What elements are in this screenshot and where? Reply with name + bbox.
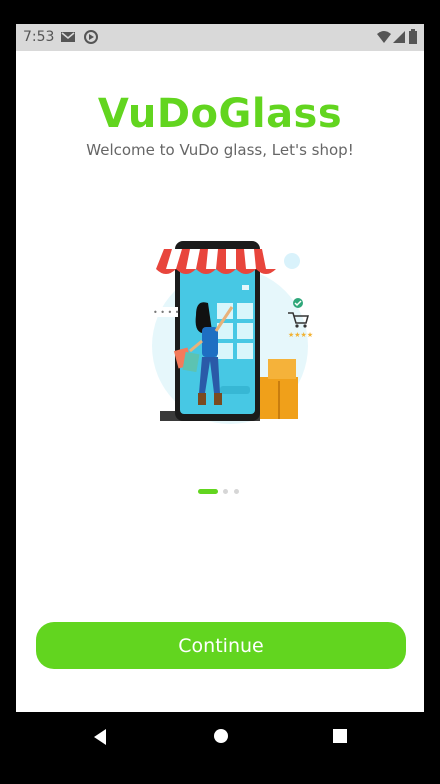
- shopping-illustration: • • • • ★★★★: [120, 241, 320, 431]
- recents-icon[interactable]: [332, 728, 348, 748]
- battery-icon: [408, 29, 418, 49]
- device-frame: 7:53 VuDoGlass Welcome to VuDo glass, Le…: [0, 0, 440, 784]
- back-icon[interactable]: [92, 728, 108, 750]
- status-time: 7:53: [23, 29, 55, 45]
- gmail-icon: [60, 29, 76, 49]
- svg-text:• • • •: • • • •: [153, 308, 180, 317]
- status-bar: 7:53: [16, 24, 424, 51]
- system-nav-bar: [0, 712, 440, 762]
- page-dot[interactable]: [234, 489, 239, 494]
- wifi-icon: [376, 29, 392, 49]
- signal-icon: [392, 29, 406, 49]
- home-icon[interactable]: [213, 728, 229, 748]
- onboarding-screen: VuDoGlass Welcome to VuDo glass, Let's s…: [16, 51, 424, 712]
- page-dot[interactable]: [223, 489, 228, 494]
- page-indicator: [16, 489, 424, 497]
- svg-text:★★★★: ★★★★: [288, 331, 313, 339]
- app-title: VuDoGlass: [97, 91, 343, 137]
- page-dot-active[interactable]: [198, 489, 218, 494]
- welcome-subtitle: Welcome to VuDo glass, Let's shop!: [86, 141, 354, 159]
- continue-button[interactable]: Continue: [36, 622, 406, 669]
- sync-icon: [83, 29, 99, 49]
